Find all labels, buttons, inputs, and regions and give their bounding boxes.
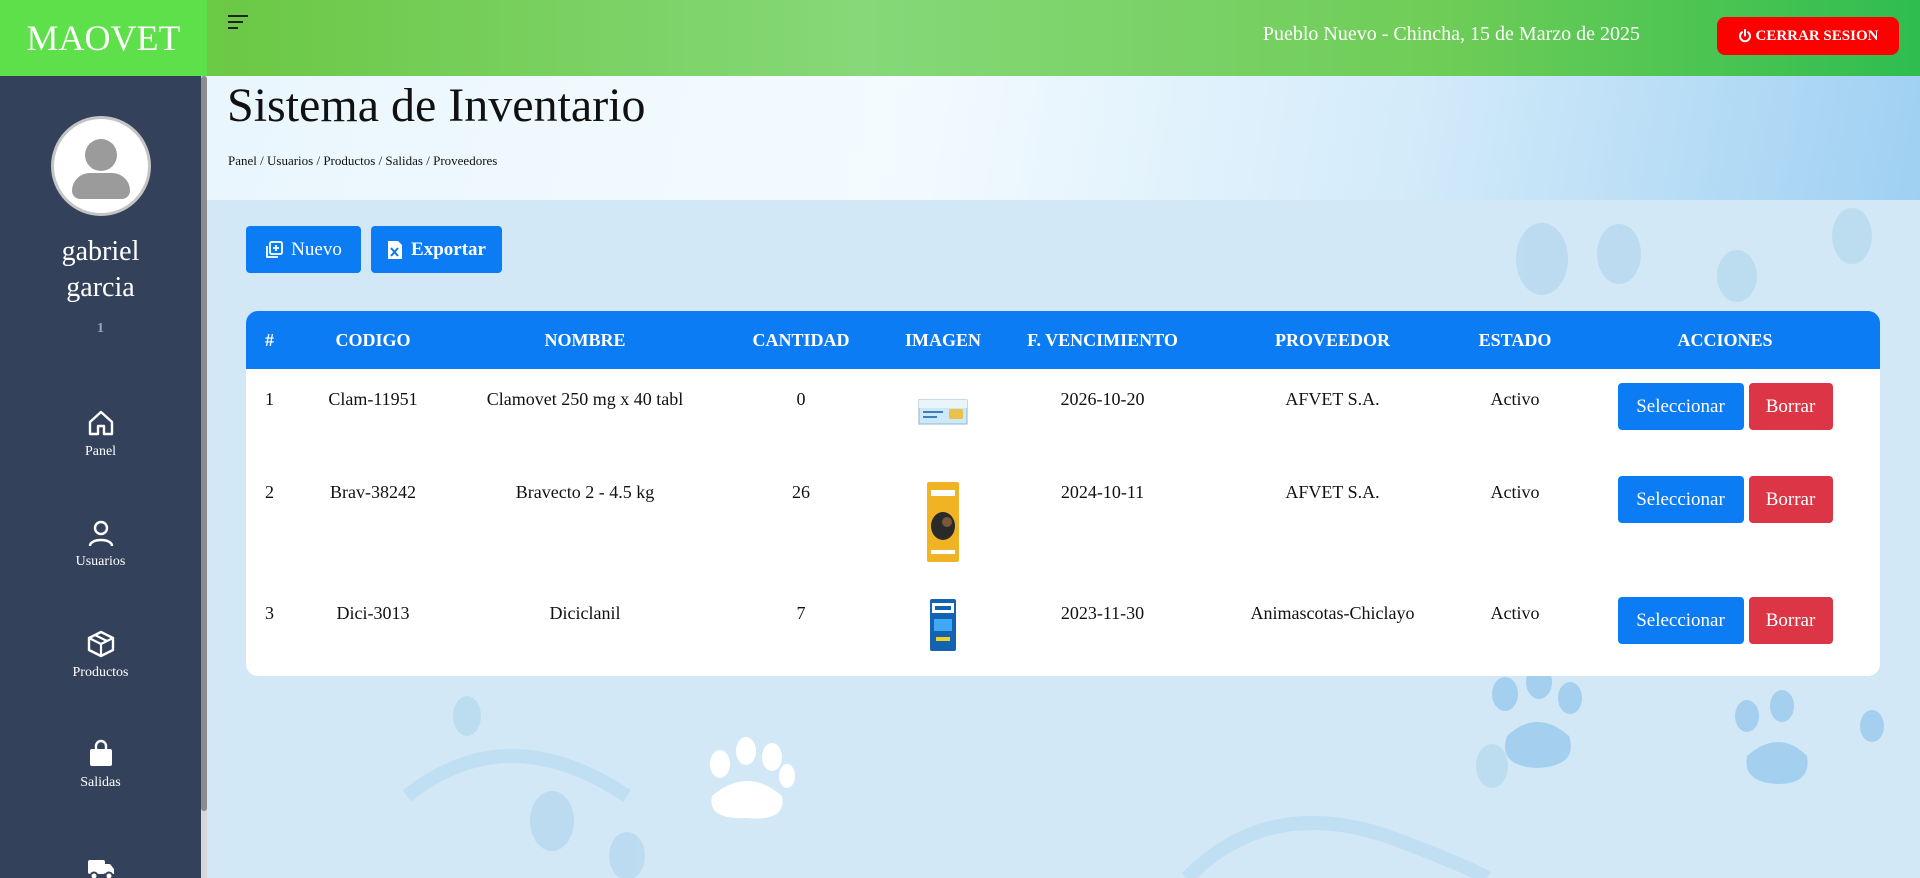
sidebar-item-label: Productos <box>72 665 129 680</box>
page-title: Sistema de Inventario <box>227 79 646 132</box>
cell-qty: 26 <box>792 482 810 502</box>
box-icon <box>87 630 114 658</box>
select-button[interactable]: Seleccionar <box>1617 597 1744 644</box>
products-table: # CODIGO NOMBRE CANTIDAD IMAGEN F. VENCI… <box>246 311 1880 676</box>
cell-name: Clamovet 250 mg x 40 tabl <box>486 389 684 409</box>
cell-image <box>886 462 1000 583</box>
top-bar: MAOVET Pueblo Nuevo - Chincha, 15 de Mar… <box>0 0 1920 76</box>
cell-supplier: AFVET S.A. <box>1285 389 1380 409</box>
sidebar-item-proveedores[interactable] <box>0 852 201 878</box>
avatar <box>51 116 151 216</box>
cell-supplier: AFVET S.A. <box>1285 482 1380 502</box>
delete-button[interactable]: Borrar <box>1748 597 1833 644</box>
cell-name: Bravecto 2 - 4.5 kg <box>515 482 655 502</box>
sidebar-item-usuarios[interactable]: Usuarios <box>0 518 201 570</box>
sidebar-item-panel[interactable]: Panel <box>0 408 201 460</box>
product-image-diciclanil <box>930 599 956 651</box>
header-cantidad[interactable]: CANTIDAD <box>716 311 886 369</box>
new-button-label: Nuevo <box>291 238 342 260</box>
table-row: 1 Clam-11951 Clamovet 250 mg x 40 tabl 0 <box>246 369 1880 462</box>
cell-supplier: Animascotas-Chiclayo <box>1250 603 1415 623</box>
user-first-name: gabriel <box>61 236 140 267</box>
table-row: 2 Brav-38242 Bravecto 2 - 4.5 kg 26 2024… <box>246 462 1880 583</box>
cell-num: 2 <box>265 482 274 502</box>
header-vencimiento[interactable]: F. VENCIMIENTO <box>1000 311 1205 369</box>
export-button[interactable]: Exportar <box>371 226 502 273</box>
add-copy-icon <box>266 240 284 258</box>
new-button[interactable]: Nuevo <box>246 226 361 273</box>
cell-expiry: 2023-11-30 <box>1060 603 1145 623</box>
sidebar-item-label: Panel <box>84 444 117 459</box>
user-name: gabriel garcia <box>0 234 201 306</box>
header-num[interactable]: # <box>246 311 292 369</box>
truck-icon <box>87 860 114 878</box>
logout-button[interactable]: CERRAR SESION <box>1717 17 1899 55</box>
header-imagen[interactable]: IMAGEN <box>886 311 1000 369</box>
cell-actions: Seleccionar Borrar <box>1570 583 1880 676</box>
bag-icon <box>89 739 112 766</box>
cell-image <box>886 369 1000 462</box>
table-header-row: # CODIGO NOMBRE CANTIDAD IMAGEN F. VENCI… <box>246 311 1880 369</box>
user-id: 1 <box>97 321 104 336</box>
header-proveedor[interactable]: PROVEEDOR <box>1205 311 1460 369</box>
product-image-bravecto <box>927 482 959 562</box>
delete-button[interactable]: Borrar <box>1748 476 1833 523</box>
cell-code: Brav-38242 <box>330 482 416 502</box>
breadcrumb[interactable]: Panel / Usuarios / Productos / Salidas /… <box>228 153 497 169</box>
logout-label: CERRAR SESION <box>1755 27 1879 44</box>
cell-qty: 0 <box>796 389 806 409</box>
sidebar-item-label: Salidas <box>80 775 121 790</box>
cell-expiry: 2024-10-11 <box>1060 482 1145 502</box>
sidebar-item-salidas[interactable]: Salidas <box>0 739 201 791</box>
cell-name: Diciclanil <box>549 603 621 623</box>
location-date: Pueblo Nuevo - Chincha, 15 de Marzo de 2… <box>1262 23 1640 45</box>
header-acciones: ACCIONES <box>1677 329 1773 350</box>
power-icon <box>1738 29 1751 43</box>
user-icon <box>88 520 113 547</box>
table-row: 3 Dici-3013 Diciclanil 7 2023-11-30 Anim… <box>246 583 1880 676</box>
excel-file-icon <box>388 240 403 259</box>
cell-image <box>886 583 1000 676</box>
cell-status: Activo <box>1490 603 1540 623</box>
cell-expiry: 2026-10-20 <box>1060 389 1145 409</box>
header-nombre[interactable]: NOMBRE <box>454 311 716 369</box>
cell-code: Dici-3013 <box>336 603 410 623</box>
sidebar: gabriel garcia 1 Panel Usuarios Producto… <box>0 76 201 878</box>
cell-actions: Seleccionar Borrar <box>1570 369 1880 462</box>
home-icon <box>88 410 113 436</box>
header-estado[interactable]: ESTADO <box>1460 311 1570 369</box>
menu-toggle-icon[interactable] <box>228 12 250 32</box>
cell-num: 1 <box>265 389 274 409</box>
cell-status: Activo <box>1490 389 1540 409</box>
select-button[interactable]: Seleccionar <box>1617 383 1744 430</box>
cell-status: Activo <box>1490 482 1540 502</box>
cell-code: Clam-11951 <box>328 389 418 409</box>
page-header-banner: Sistema de Inventario Panel / Usuarios /… <box>207 76 1920 200</box>
select-button[interactable]: Seleccionar <box>1617 476 1744 523</box>
header-codigo[interactable]: CODIGO <box>292 311 454 369</box>
sidebar-item-label: Usuarios <box>75 554 126 569</box>
sidebar-item-productos[interactable]: Productos <box>0 629 201 681</box>
cell-num: 3 <box>265 603 274 623</box>
product-image-clamovet <box>918 399 968 425</box>
products-table-card: # CODIGO NOMBRE CANTIDAD IMAGEN F. VENCI… <box>246 311 1880 676</box>
main-content: Sistema de Inventario Panel / Usuarios /… <box>207 76 1920 878</box>
user-last-name: garcia <box>66 272 135 303</box>
export-button-label: Exportar <box>411 238 486 260</box>
cell-actions: Seleccionar Borrar <box>1570 462 1880 583</box>
cell-qty: 7 <box>796 603 806 623</box>
delete-button[interactable]: Borrar <box>1748 383 1833 430</box>
brand-logo[interactable]: MAOVET <box>0 0 207 76</box>
